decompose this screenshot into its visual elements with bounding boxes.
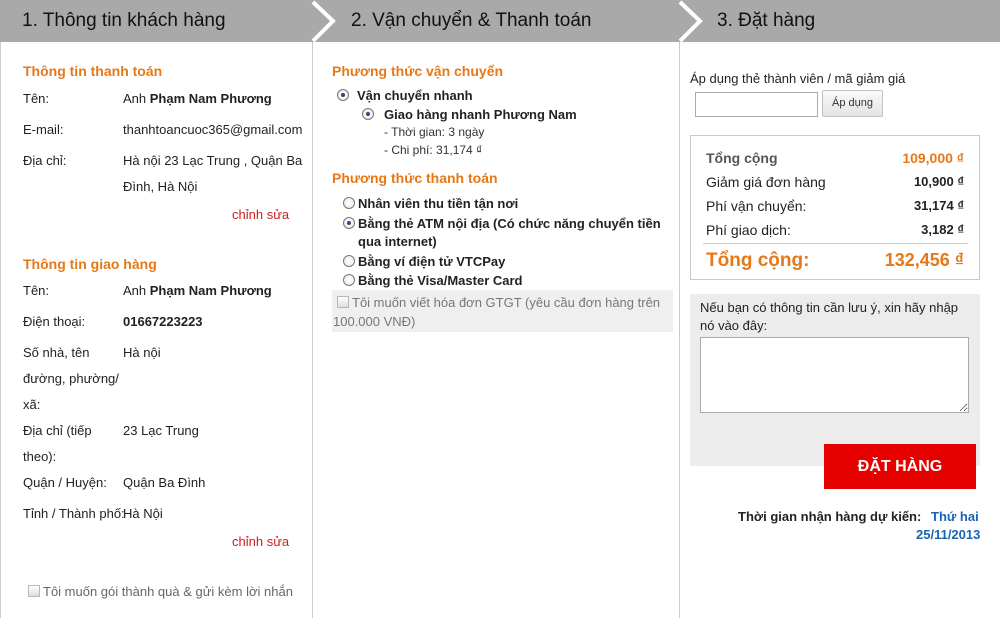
billing-name-text: Phạm Nam Phương [149,91,272,106]
shipping-address2-value: 23 Lạc Trung [123,423,199,438]
order-summary-box: Tổng cộng 109,000 ₫ Giảm giá đơn hàng 10… [690,135,980,280]
shipping-street-value: Hà nội [123,345,161,360]
shipping-phone-label: Điện thoại: [23,314,86,329]
billing-email-label: E-mail: [23,122,64,137]
payment-vtcpay-radio[interactable] [343,255,355,267]
shipping-fast-radio[interactable] [337,89,349,101]
shipping-street-label-2: đường, phường/ [23,371,119,386]
payment-visa-label: Bằng thẻ Visa/Master Card [358,273,523,288]
summary-subtotal-value: 109,000 ₫ [902,150,964,166]
summary-divider [703,243,968,244]
gift-wrap-label: Tôi muốn gói thành quà & gửi kèm lời nhắ… [43,584,293,599]
shipping-address2-label-1: Địa chỉ (tiếp [23,423,92,438]
payment-cod-label: Nhân viên thu tiền tận nơi [358,196,519,211]
payment-cod-radio[interactable] [343,197,355,209]
shipping-address2-label-2: theo): [23,449,57,464]
shipping-method-title: Phương thức vận chuyển [332,63,504,79]
summary-discount-value: 10,900 ₫ [913,174,964,189]
payment-visa-radio[interactable] [343,274,355,286]
summary-total-label: Tổng cộng: [706,250,810,271]
payment-atm-label-1: Bằng thẻ ATM nội địa (Có chức năng chuyể… [358,216,661,231]
summary-shipping-value: 31,174 ₫ [913,198,964,213]
summary-discount-label: Giảm giá đơn hàng [706,174,826,190]
shipping-name-value: Anh Phạm Nam Phương [123,283,272,298]
billing-edit-link[interactable]: chỉnh sửa [232,207,289,222]
billing-name-prefix: Anh [123,91,150,106]
step-3-place-order[interactable]: 3. Đặt hàng [717,10,815,32]
shipping-phuongnam-label: Giao hàng nhanh Phương Nam [384,107,577,122]
payment-vtcpay-label: Bằng ví điện tử VTCPay [358,254,506,269]
gift-wrap-checkbox[interactable] [28,585,40,597]
delivery-estimate-date: 25/11/2013 [916,527,981,542]
shipping-city-value: Hà Nội [123,506,163,521]
billing-name-label: Tên: [23,91,50,106]
shipping-name-text: Phạm Nam Phương [149,283,272,298]
shipping-edit-link[interactable]: chỉnh sửa [232,534,289,549]
payment-atm-radio[interactable] [343,217,355,229]
shipping-info-title: Thông tin giao hàng [23,256,157,272]
billing-address-line1: Hà nội 23 Lạc Trung , Quận Ba [123,153,303,168]
summary-subtotal-label: Tổng cộng [706,150,778,166]
order-note-textarea[interactable] [700,337,969,413]
order-note-box: Nếu bạn có thông tin cần lưu ý, xin hãy … [690,294,980,466]
step-2-shipping-payment[interactable]: 2. Vận chuyển & Thanh toán [351,10,592,32]
billing-address-label: Địa chỉ: [23,153,67,168]
invoice-label-2: 100.000 VNĐ) [333,314,416,329]
customer-info-column: Thông tin thanh toán Tên: Anh Phạm Nam P… [0,42,313,618]
payment-method-title: Phương thức thanh toán [332,170,498,186]
coupon-input[interactable] [695,92,818,117]
shipping-street-label-3: xã: [23,397,41,412]
step-1-customer-info[interactable]: 1. Thông tin khách hàng [22,10,226,32]
shipping-street-label-1: Số nhà, tên [23,345,90,360]
checkout-steps-bar: 1. Thông tin khách hàng 2. Vận chuyển & … [0,0,1000,42]
shipping-district-value: Quận Ba Đình [123,475,206,490]
summary-transaction-value: 3,182 ₫ [921,222,964,237]
shipping-district-label: Quận / Huyện: [23,475,107,490]
shipping-time-text: - Thời gian: 3 ngày [384,125,485,139]
billing-email-value: thanhtoancuoc365@gmail.com [123,122,303,137]
place-order-button[interactable]: ĐẶT HÀNG [824,444,976,489]
delivery-estimate-label: Thời gian nhận hàng dự kiến: [738,509,922,524]
shipping-phone-value: 01667223223 [123,314,203,329]
shipping-city-label: Tỉnh / Thành phố: [23,506,125,521]
summary-shipping-label: Phí vận chuyển: [706,198,807,214]
apply-coupon-button[interactable]: Áp dụng [822,90,883,117]
invoice-label-1: Tôi muốn viết hóa đơn GTGT (yêu cầu đơn … [352,295,661,310]
shipping-cost-text: - Chi phí: 31,174 ₫ [384,143,483,157]
shipping-name-label: Tên: [23,283,50,298]
invoice-checkbox[interactable] [337,296,349,308]
delivery-estimate-day: Thứ hai [931,509,979,524]
billing-address-line2: Đình, Hà Nội [123,179,198,194]
order-note-label-1: Nếu bạn có thông tin cần lưu ý, xin hãy … [700,300,959,315]
shipping-fast-label: Vận chuyển nhanh [357,88,473,103]
place-order-column: Áp dụng thẻ thành viên / mã giảm giá Áp … [680,42,1000,618]
coupon-label: Áp dụng thẻ thành viên / mã giảm giá [690,71,906,86]
billing-name-value: Anh Phạm Nam Phương [123,91,272,106]
payment-atm-label-2: qua internet) [358,234,437,249]
shipping-name-prefix: Anh [123,283,150,298]
shipping-payment-column: Phương thức vận chuyển Vận chuyển nhanh … [313,42,680,618]
summary-total-value: 132,456 ₫ [884,250,964,270]
order-note-label-2: nó vào đây: [700,318,768,333]
summary-transaction-label: Phí giao dịch: [706,222,791,238]
billing-info-title: Thông tin thanh toán [23,63,163,79]
shipping-phuongnam-radio[interactable] [362,108,374,120]
